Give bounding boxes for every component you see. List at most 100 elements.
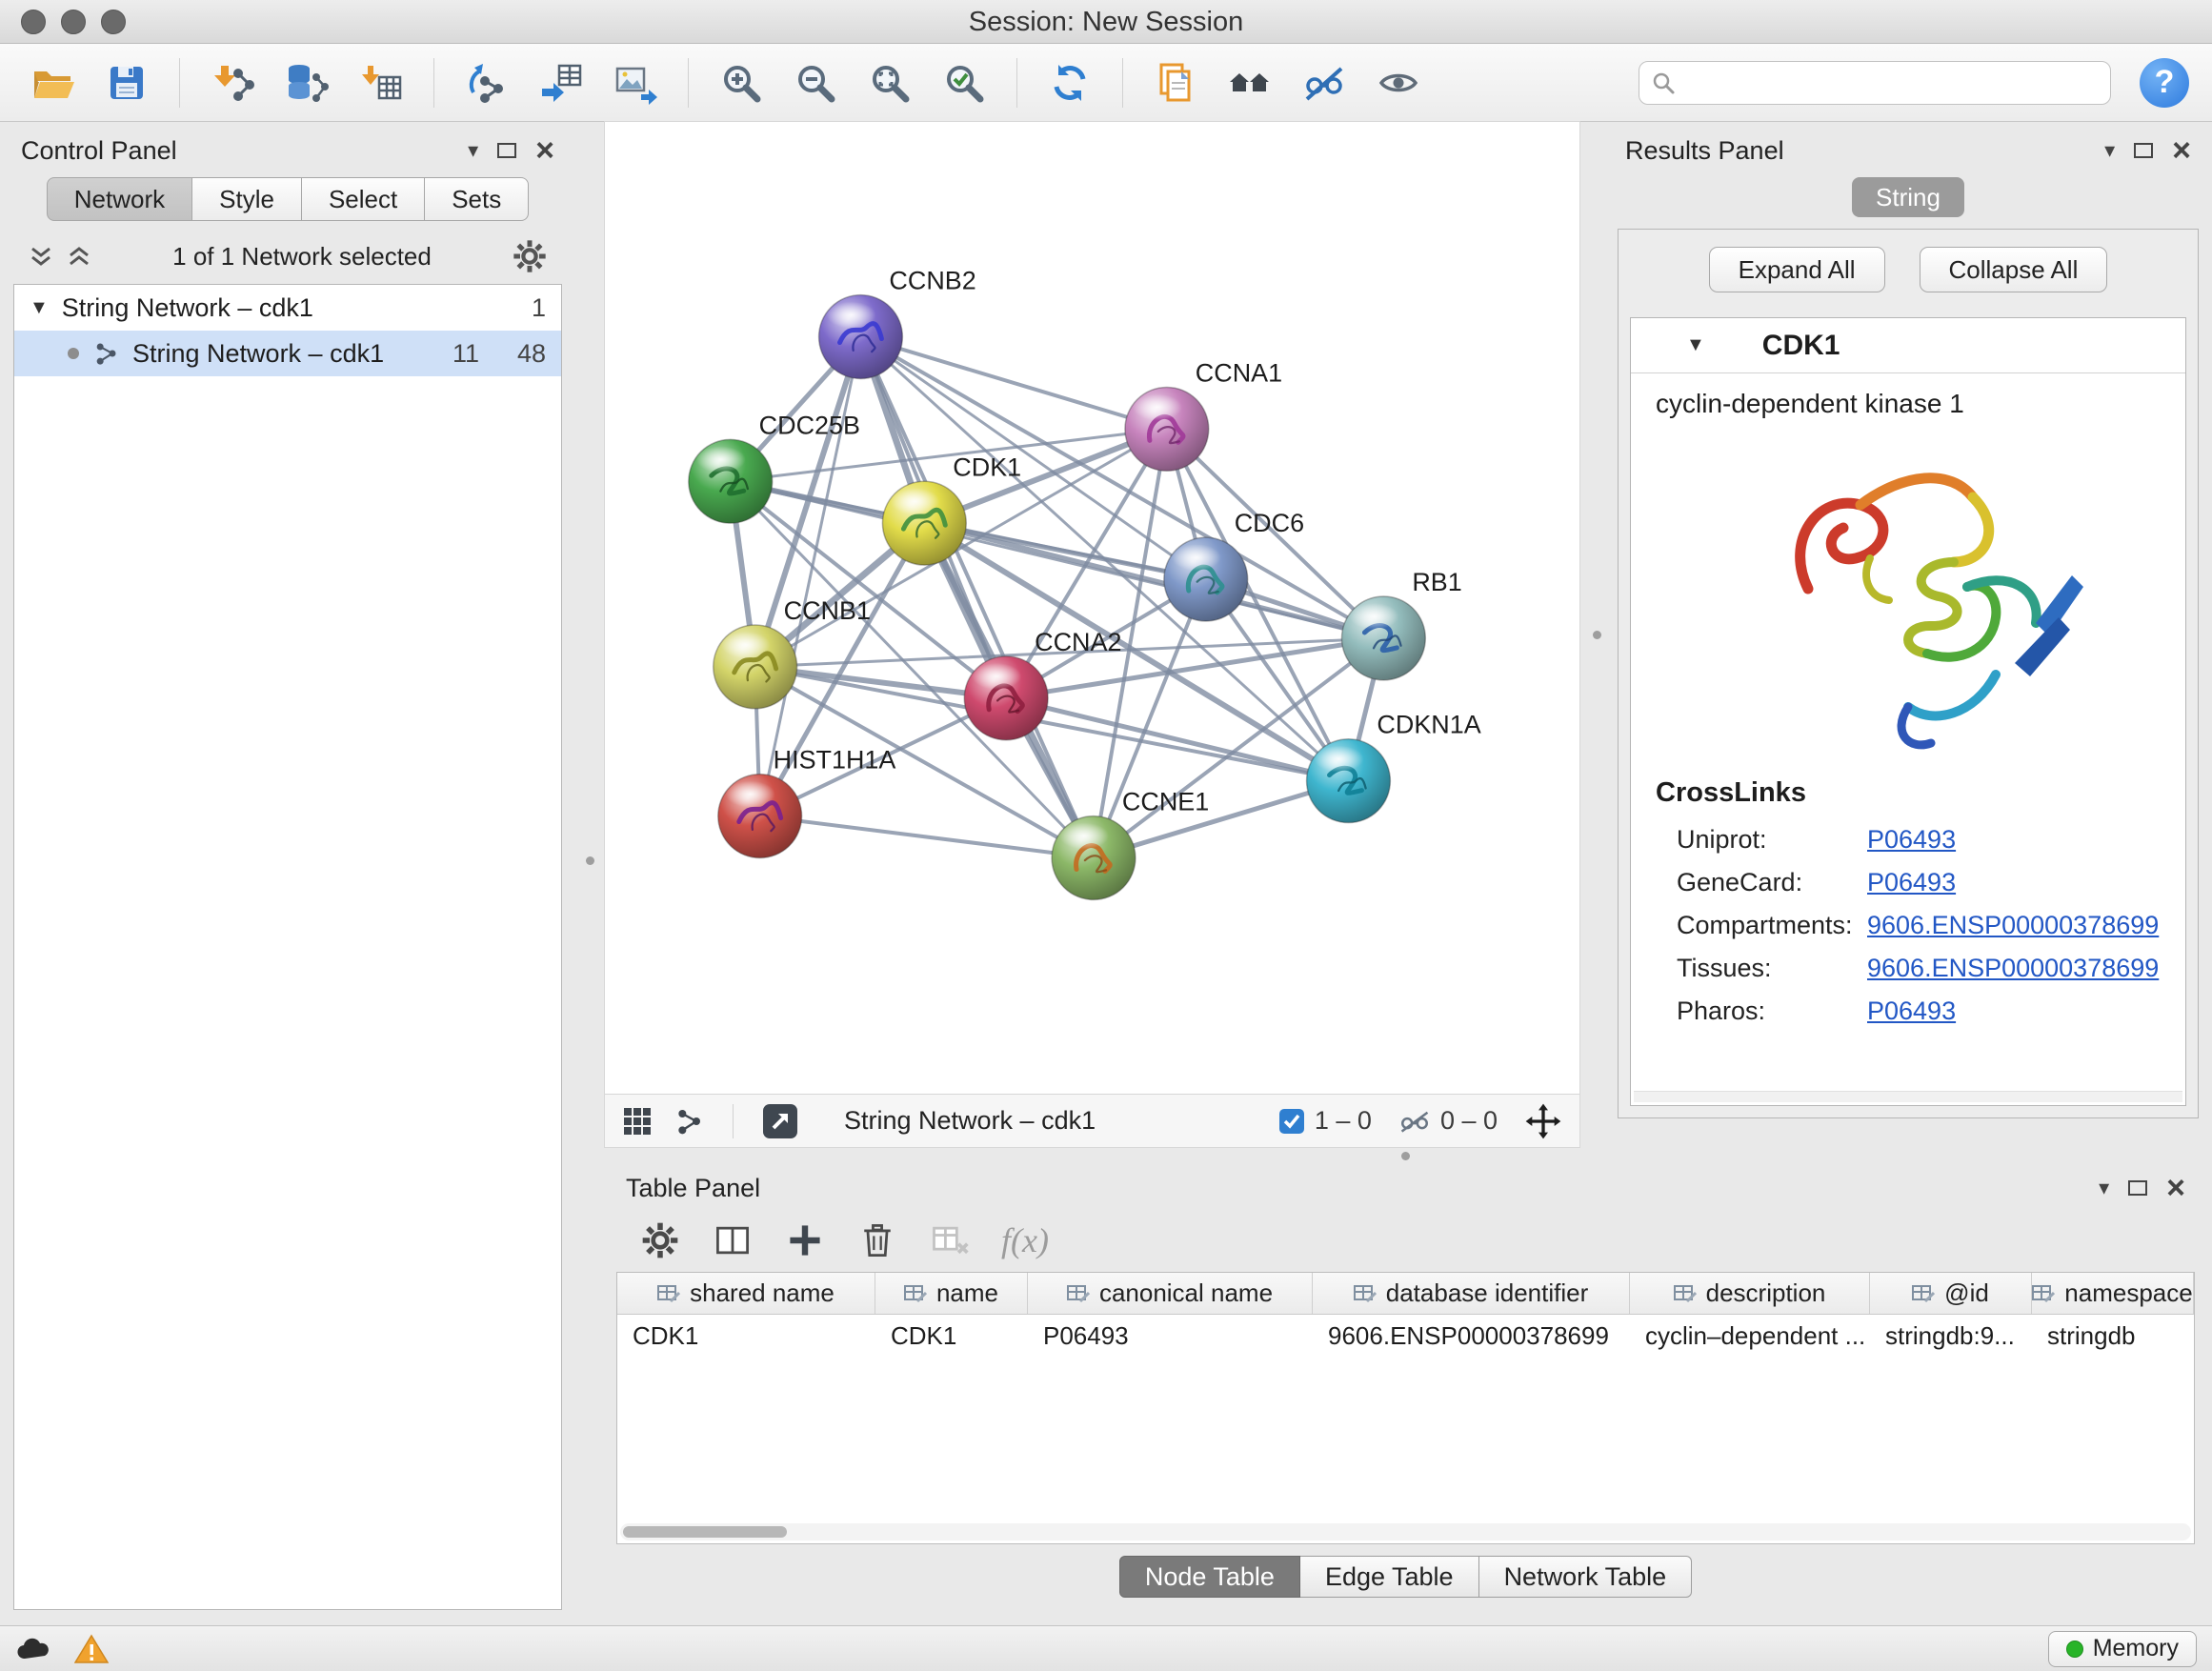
crosslink-link[interactable]: P06493 <box>1867 997 1956 1026</box>
home-button[interactable] <box>1220 53 1279 112</box>
function-builder-icon[interactable]: f(x) <box>1001 1220 1049 1260</box>
search-input[interactable] <box>1685 68 2099 97</box>
panel-float-icon[interactable] <box>2128 1180 2147 1196</box>
collapse-all-button[interactable]: Collapse All <box>1920 247 2108 292</box>
import-table-button[interactable] <box>352 53 411 112</box>
network-node-rb1[interactable] <box>1341 596 1425 680</box>
protein-card-expander-icon[interactable]: ▼ <box>1686 334 1705 356</box>
tab-edge-table[interactable]: Edge Table <box>1300 1556 1479 1598</box>
collection-expander-icon[interactable]: ▼ <box>30 297 49 319</box>
window-zoom-button[interactable] <box>101 10 126 34</box>
network-from-table-button[interactable] <box>532 53 591 112</box>
results-scrollbar[interactable] <box>1634 1091 2182 1102</box>
column-header-shared-name[interactable]: shared name <box>617 1273 875 1314</box>
help-button[interactable]: ? <box>2140 58 2189 108</box>
network-node-hist1h1a[interactable] <box>718 775 802 858</box>
tab-sets[interactable]: Sets <box>425 177 529 221</box>
column-header-canonical-name[interactable]: canonical name <box>1028 1273 1313 1314</box>
window-close-button[interactable] <box>21 10 46 34</box>
network-node-ccnb1[interactable] <box>714 625 797 709</box>
pan-crosshair-icon[interactable] <box>1524 1102 1562 1140</box>
refresh-button[interactable] <box>1040 53 1099 112</box>
network-node-ccne1[interactable] <box>1052 816 1136 900</box>
table-row[interactable]: CDK1 CDK1 P06493 9606.ENSP00000378699 cy… <box>617 1315 2194 1357</box>
panel-float-icon[interactable] <box>2134 143 2153 158</box>
eye-button[interactable] <box>1369 53 1428 112</box>
memory-button[interactable]: Memory <box>2048 1631 2197 1667</box>
tab-node-table[interactable]: Node Table <box>1119 1556 1300 1598</box>
network-collection-row[interactable]: ▼ String Network – cdk1 1 <box>14 285 561 331</box>
gear-icon[interactable] <box>511 237 549 275</box>
vertical-splitter-left[interactable] <box>586 856 594 865</box>
show-columns-icon[interactable] <box>712 1219 754 1261</box>
column-header-database-identifier[interactable]: database identifier <box>1313 1273 1630 1314</box>
network-node-ccnb2[interactable] <box>819 295 903 379</box>
expand-all-button[interactable]: Expand All <box>1709 247 1885 292</box>
grid-icon[interactable] <box>622 1106 653 1137</box>
collapse-all-icon[interactable] <box>27 242 55 271</box>
warning-icon[interactable] <box>74 1634 109 1664</box>
network-node-ccna1[interactable] <box>1125 387 1209 471</box>
gear-icon[interactable] <box>639 1219 681 1261</box>
network-node-cdkn1a[interactable] <box>1307 739 1391 823</box>
panel-close-icon[interactable]: × <box>2172 134 2191 167</box>
column-header-description[interactable]: description <box>1630 1273 1870 1314</box>
network-node-cdc25b[interactable] <box>689 439 773 523</box>
network-edge[interactable] <box>860 337 1094 858</box>
panel-float-icon[interactable] <box>497 143 516 158</box>
zoom-in-button[interactable] <box>712 53 771 112</box>
horizontal-splitter[interactable] <box>1401 1152 1410 1160</box>
zoom-fit-button[interactable] <box>860 53 919 112</box>
column-header-name[interactable]: name <box>875 1273 1028 1314</box>
export-image-button[interactable] <box>606 53 665 112</box>
panel-close-icon[interactable]: × <box>2166 1172 2185 1204</box>
selected-node-edge-counts: 1 – 0 <box>1315 1106 1372 1136</box>
import-network-from-file-button[interactable] <box>203 53 262 112</box>
tab-network[interactable]: Network <box>47 177 192 221</box>
zoom-out-button[interactable] <box>786 53 845 112</box>
network-row[interactable]: String Network – cdk1 11 48 <box>14 331 561 376</box>
network-node-cdk1[interactable] <box>882 481 966 565</box>
tab-select[interactable]: Select <box>302 177 425 221</box>
open-session-button[interactable] <box>23 53 82 112</box>
crosslink-link[interactable]: 9606.ENSP00000378699 <box>1867 954 2159 983</box>
zoom-selected-button[interactable] <box>935 53 994 112</box>
column-header-namespace[interactable]: namespace <box>2032 1273 2194 1314</box>
cloud-icon[interactable] <box>15 1634 53 1664</box>
network-edge[interactable] <box>760 816 1094 858</box>
network-canvas[interactable]: CCNB2CCNA1CDC25BCDK1CDC6RB1CCNB1CCNA2CDK… <box>605 122 1579 1094</box>
column-header-id[interactable]: @id <box>1870 1273 2032 1314</box>
glasses-off-button[interactable] <box>1295 53 1354 112</box>
network-edge[interactable] <box>860 337 1166 430</box>
delete-column-icon[interactable] <box>856 1219 898 1261</box>
expand-all-icon[interactable] <box>65 242 93 271</box>
panel-menu-caret-icon[interactable]: ▾ <box>468 138 478 163</box>
delete-table-icon-disabled[interactable] <box>929 1219 971 1261</box>
string-tab-badge[interactable]: String <box>1852 177 1964 217</box>
crosslink-link[interactable]: P06493 <box>1867 825 1956 855</box>
panel-close-icon[interactable]: × <box>535 134 554 167</box>
vertical-splitter-right[interactable] <box>1593 631 1601 639</box>
window-minimize-button[interactable] <box>61 10 86 34</box>
open-in-new-icon[interactable] <box>762 1103 798 1139</box>
save-session-button[interactable] <box>97 53 156 112</box>
add-column-icon[interactable] <box>784 1219 826 1261</box>
tab-style[interactable]: Style <box>192 177 302 221</box>
panel-menu-caret-icon[interactable]: ▾ <box>2104 138 2115 163</box>
tab-network-table[interactable]: Network Table <box>1479 1556 1693 1598</box>
collection-label: String Network – cdk1 <box>62 293 313 323</box>
crosslink-link[interactable]: P06493 <box>1867 868 1956 897</box>
network-node-ccna2[interactable] <box>964 656 1048 740</box>
network-edge[interactable] <box>760 337 861 816</box>
network-node-cdc6[interactable] <box>1164 537 1248 621</box>
table-horizontal-scrollbar[interactable] <box>620 1523 2191 1540</box>
panel-menu-caret-icon[interactable]: ▾ <box>2099 1176 2109 1200</box>
selected-checkbox-icon[interactable] <box>1278 1108 1305 1135</box>
scrollbar-thumb[interactable] <box>623 1526 787 1538</box>
hidden-glasses-icon[interactable] <box>1398 1109 1431 1134</box>
share-icon[interactable] <box>674 1106 704 1137</box>
document-copy-button[interactable] <box>1146 53 1205 112</box>
new-network-button[interactable] <box>457 53 516 112</box>
crosslink-link[interactable]: 9606.ENSP00000378699 <box>1867 911 2159 940</box>
import-network-from-database-button[interactable] <box>277 53 336 112</box>
